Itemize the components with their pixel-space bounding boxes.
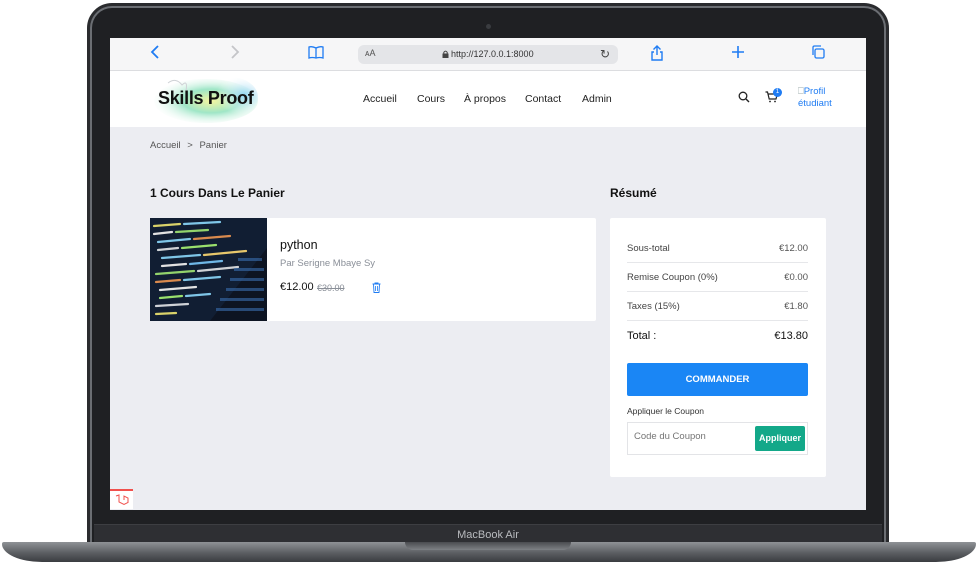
lock-icon xyxy=(442,50,449,58)
coupon-group: Appliquer xyxy=(627,422,808,455)
tabs-overview-icon[interactable] xyxy=(811,45,825,64)
address-bar[interactable]: ᴀA http://127.0.0.1:8000 ↻ xyxy=(358,45,618,64)
reader-aa-button[interactable]: ᴀA xyxy=(365,48,375,58)
coupon-input[interactable] xyxy=(634,431,749,442)
course-thumbnail[interactable] xyxy=(150,218,267,321)
taxes-value: €1.80 xyxy=(784,301,808,312)
subtotal-label: Sous-total xyxy=(627,243,670,254)
nav-cours[interactable]: Cours xyxy=(417,93,445,105)
total-label: Total : xyxy=(627,330,657,342)
url-text: http://127.0.0.1:8000 xyxy=(442,49,534,59)
nav-a-propos[interactable]: À propos xyxy=(464,93,506,105)
site-header: Skills Proof Accueil Cours À propos Cont… xyxy=(110,71,866,127)
summary-row-subtotal: Sous-total €12.00 xyxy=(627,234,808,263)
debug-bar-tab[interactable] xyxy=(110,489,133,509)
discount-value: €0.00 xyxy=(784,272,808,283)
browser-toolbar: ᴀA http://127.0.0.1:8000 ↻ xyxy=(110,38,866,71)
cart-badge: 1 xyxy=(773,88,782,97)
forward-icon[interactable] xyxy=(230,45,240,64)
apply-coupon-button[interactable]: Appliquer xyxy=(755,426,805,451)
course-name[interactable]: python xyxy=(280,238,318,252)
profile-image-alt[interactable]: ⎕Profil étudiant xyxy=(798,86,838,110)
summary-title: Résumé xyxy=(610,186,657,200)
summary-row-discount: Remise Coupon (0%) €0.00 xyxy=(627,263,808,292)
total-value: €13.80 xyxy=(774,330,808,342)
cart-item: python Par Serigne Mbaye Sy €12.00 €30.0… xyxy=(150,218,596,321)
breadcrumb: Accueil > Panier xyxy=(150,140,227,151)
order-button[interactable]: COMMANDER xyxy=(627,363,808,396)
course-price: €12.00 xyxy=(280,281,314,293)
back-icon[interactable] xyxy=(150,45,160,64)
url-value: http://127.0.0.1:8000 xyxy=(451,49,534,59)
subtotal-value: €12.00 xyxy=(778,243,808,254)
trash-icon[interactable] xyxy=(372,282,382,294)
laptop-notch xyxy=(405,542,571,550)
breadcrumb-current: Panier xyxy=(199,140,227,151)
share-icon[interactable] xyxy=(650,45,664,66)
coupon-label: Appliquer le Coupon xyxy=(627,406,705,416)
order-summary: Sous-total €12.00 Remise Coupon (0%) €0.… xyxy=(610,218,826,477)
reload-icon[interactable]: ↻ xyxy=(600,47,610,61)
laptop-frame: ᴀA http://127.0.0.1:8000 ↻ Skills Proof … xyxy=(0,0,978,572)
course-old-price: €30.00 xyxy=(317,283,345,293)
breadcrumb-home[interactable]: Accueil xyxy=(150,140,181,151)
laptop-chin: MacBook Air xyxy=(94,524,882,544)
cart-title: 1 Cours Dans Le Panier xyxy=(150,186,285,200)
camera-dot xyxy=(486,24,491,29)
device-label: MacBook Air xyxy=(457,529,519,541)
nav-accueil[interactable]: Accueil xyxy=(363,93,397,105)
nav-contact[interactable]: Contact xyxy=(525,93,561,105)
new-tab-icon[interactable] xyxy=(731,45,745,64)
course-author: Par Serigne Mbaye Sy xyxy=(280,258,376,269)
laravel-icon xyxy=(115,494,129,506)
logo-text[interactable]: Skills Proof xyxy=(158,88,254,109)
profile-alt-text: Profil étudiant xyxy=(798,86,832,109)
search-icon[interactable] xyxy=(738,90,750,106)
bookmarks-icon[interactable] xyxy=(308,45,324,64)
discount-label: Remise Coupon (0%) xyxy=(627,272,718,283)
summary-total: Total : €13.80 xyxy=(627,330,808,342)
screen: ᴀA http://127.0.0.1:8000 ↻ Skills Proof … xyxy=(110,38,866,510)
nav-admin[interactable]: Admin xyxy=(582,93,612,105)
summary-row-taxes: Taxes (15%) €1.80 xyxy=(627,292,808,321)
breadcrumb-separator: > xyxy=(187,140,193,151)
taxes-label: Taxes (15%) xyxy=(627,301,680,312)
